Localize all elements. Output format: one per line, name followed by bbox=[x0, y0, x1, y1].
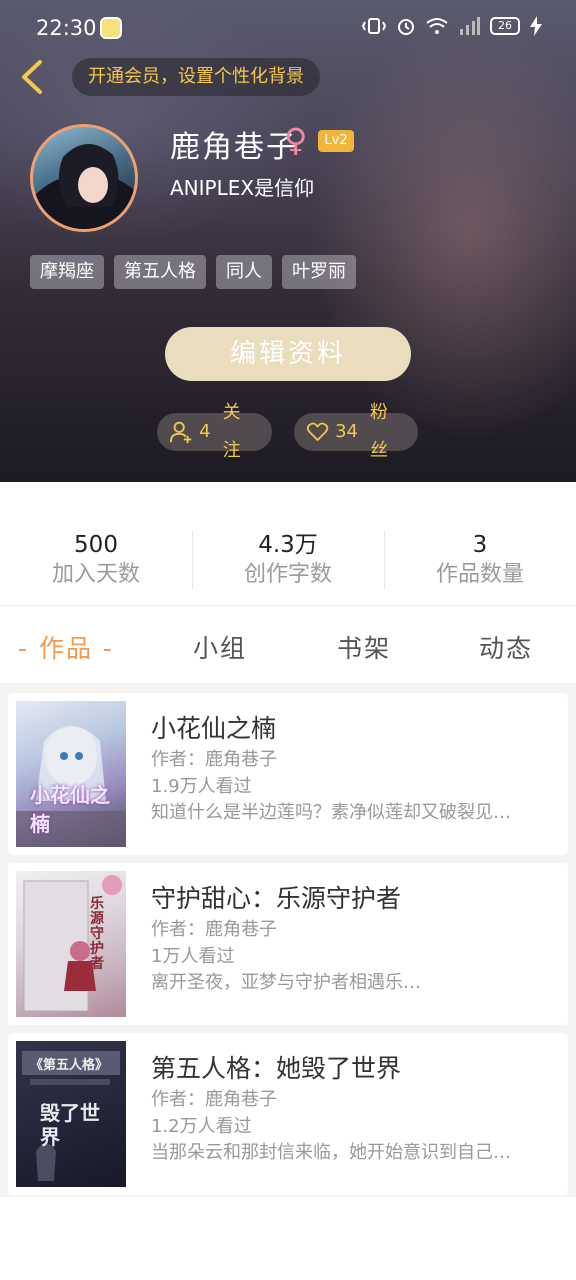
status-icons: 26 bbox=[362, 16, 542, 36]
tab-groups[interactable]: 小组 bbox=[193, 629, 247, 665]
book-cover: 乐源守护者 bbox=[16, 871, 126, 1017]
charging-icon bbox=[530, 16, 542, 36]
battery-indicator: 26 bbox=[490, 17, 520, 35]
stat-value: 4.3万 bbox=[258, 532, 318, 558]
cover-title: 小花仙之楠 bbox=[30, 783, 110, 836]
work-description: 离开圣夜，亚梦与守护者相遇乐… bbox=[151, 972, 421, 993]
book-cover: 《第五人格》 毁了世界 bbox=[16, 1041, 126, 1187]
work-title: 小花仙之楠 bbox=[151, 714, 277, 743]
work-views: 1.9万人看过 bbox=[151, 776, 252, 797]
level-badge: Lv2 bbox=[318, 130, 354, 152]
tag-item[interactable]: 叶罗丽 bbox=[282, 255, 356, 289]
stat-label: 加入天数 bbox=[51, 562, 140, 587]
stat-word-count: 4.3万 创作字数 bbox=[192, 530, 384, 590]
work-author: 作者：鹿角巷子 bbox=[151, 919, 277, 940]
fans-label: 粉丝 bbox=[370, 402, 389, 461]
wifi-icon bbox=[426, 18, 448, 34]
tab-activity[interactable]: 动态 bbox=[479, 629, 533, 665]
tag-item[interactable]: 摩羯座 bbox=[30, 255, 104, 289]
edit-profile-button[interactable]: 编辑资料 bbox=[165, 327, 411, 381]
user-signature: ANIPLEX是信仰 bbox=[170, 176, 315, 200]
work-title: 守护甜心：乐源守护者 bbox=[151, 884, 402, 913]
tab-bookshelf[interactable]: 书架 bbox=[337, 629, 391, 665]
back-arrow-icon bbox=[22, 60, 42, 94]
heart-chat-icon bbox=[306, 422, 329, 441]
add-user-icon bbox=[169, 421, 192, 444]
stat-label: 创作字数 bbox=[243, 562, 332, 587]
cover-title: 乐源守护者 bbox=[90, 896, 104, 972]
app-notification-icon bbox=[100, 17, 122, 39]
work-description: 当那朵云和那封信来临，她开始意识到自己… bbox=[151, 1142, 511, 1163]
female-gender-icon: ♀ bbox=[284, 121, 308, 159]
avatar[interactable] bbox=[30, 124, 138, 232]
work-card[interactable]: 小花仙之楠 小花仙之楠 作者：鹿角巷子 1.9万人看过 知道什么是半边莲吗？素净… bbox=[8, 693, 568, 855]
status-bar: 22:30 26 bbox=[0, 0, 576, 56]
tab-works[interactable]: - 作品 - bbox=[18, 629, 114, 665]
work-views: 1万人看过 bbox=[151, 946, 235, 967]
works-list: 小花仙之楠 小花仙之楠 作者：鹿角巷子 1.9万人看过 知道什么是半边莲吗？素净… bbox=[0, 683, 576, 1197]
user-tags: 摩羯座 第五人格 同人 叶罗丽 bbox=[30, 255, 356, 289]
work-title: 第五人格：她毁了世界 bbox=[151, 1054, 402, 1083]
vip-background-prompt[interactable]: 开通会员，设置个性化背景 bbox=[72, 58, 320, 96]
cover-title: 毁了世界 bbox=[40, 1101, 100, 1149]
cover-subtitle: 《第五人格》 bbox=[30, 1058, 109, 1073]
stat-label: 作品数量 bbox=[435, 562, 524, 587]
work-card[interactable]: 乐源守护者 守护甜心：乐源守护者 作者：鹿角巷子 1万人看过 离开圣夜，亚梦与守… bbox=[8, 863, 568, 1025]
back-button[interactable] bbox=[14, 56, 54, 98]
alarm-icon bbox=[398, 19, 414, 35]
profile-header: 22:30 26 开通会员，设置个性化背景 鹿角巷子 ♀ Lv2 ANIPLEX… bbox=[0, 0, 576, 482]
work-description: 知道什么是半边莲吗？素净似莲却又破裂见… bbox=[151, 802, 511, 823]
work-author: 作者：鹿角巷子 bbox=[151, 749, 277, 770]
tag-item[interactable]: 同人 bbox=[216, 255, 272, 289]
avatar-illustration-icon bbox=[33, 143, 135, 229]
vibrate-icon bbox=[362, 18, 386, 34]
stats-row: 500 加入天数 4.3万 创作字数 3 作品数量 bbox=[0, 482, 576, 606]
following-button[interactable]: 4 关注 bbox=[157, 402, 272, 461]
following-count: 4 bbox=[199, 421, 211, 442]
stat-value: 500 bbox=[74, 532, 118, 558]
fans-count: 34 bbox=[335, 421, 359, 442]
following-label: 关注 bbox=[222, 402, 241, 461]
work-card[interactable]: 《第五人格》 毁了世界 第五人格：她毁了世界 作者：鹿角巷子 1.2万人看过 当… bbox=[8, 1033, 568, 1195]
work-author: 作者：鹿角巷子 bbox=[151, 1089, 277, 1110]
username: 鹿角巷子 bbox=[170, 130, 298, 165]
book-cover: 小花仙之楠 bbox=[16, 701, 126, 847]
stat-value: 3 bbox=[472, 532, 488, 558]
stat-works-count: 3 作品数量 bbox=[384, 530, 576, 590]
work-views: 1.2万人看过 bbox=[151, 1116, 252, 1137]
fans-button[interactable]: 34 粉丝 bbox=[294, 402, 418, 461]
signal-icon bbox=[460, 17, 480, 35]
status-time: 22:30 bbox=[36, 16, 97, 40]
stat-join-days: 500 加入天数 bbox=[0, 530, 192, 590]
profile-tabs: - 作品 - 小组 书架 动态 bbox=[0, 607, 576, 683]
tag-item[interactable]: 第五人格 bbox=[114, 255, 206, 289]
